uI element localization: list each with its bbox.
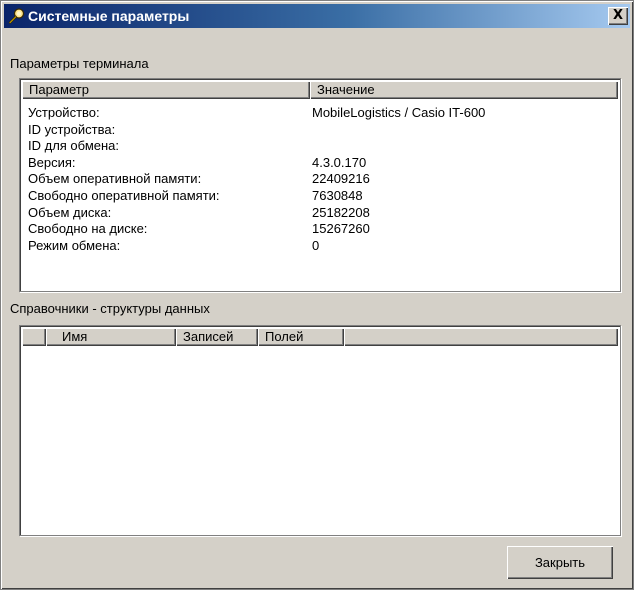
- param-name: Объем оперативной памяти:: [28, 171, 202, 187]
- param-name: Устройство:: [28, 105, 100, 120]
- param-value: 0: [312, 237, 320, 253]
- system-params-dialog: Системные параметры X Параметры терминал…: [0, 0, 634, 590]
- param-value: 7630848: [312, 188, 363, 203]
- column-header-records[interactable]: Записей: [176, 328, 258, 346]
- param-name: Режим обмена:: [28, 237, 121, 253]
- close-icon[interactable]: X: [608, 7, 628, 25]
- param-name: ID для обмена:: [28, 138, 120, 154]
- param-name: Версия:: [28, 154, 76, 170]
- param-name: Объем диска:: [28, 204, 112, 220]
- param-row[interactable]: Свободно оперативной памяти: 7630848: [24, 188, 616, 204]
- param-row[interactable]: ID устройства:: [24, 122, 616, 138]
- title-bar[interactable]: Системные параметры X: [4, 4, 630, 28]
- param-row[interactable]: Режим обмена: 0: [24, 238, 616, 254]
- param-value: 25182208: [312, 204, 370, 220]
- close-button[interactable]: Закрыть: [507, 546, 613, 579]
- column-header-marker[interactable]: [22, 328, 46, 346]
- param-row[interactable]: Свободно на диске: 15267260: [24, 221, 616, 237]
- catalogs-section-label: Справочники - структуры данных: [10, 301, 210, 316]
- catalogs-table-header: Имя Записей Полей: [22, 328, 618, 347]
- terminal-section-label: Параметры терминала: [10, 56, 149, 71]
- param-name: Свободно на диске:: [28, 221, 148, 237]
- param-row[interactable]: Объем диска: 25182208: [24, 205, 616, 221]
- param-value: 15267260: [312, 221, 370, 237]
- column-header-fields[interactable]: Полей: [258, 328, 344, 346]
- param-name: ID устройства:: [28, 121, 116, 137]
- param-value: MobileLogistics / Casio IT-600: [312, 105, 486, 120]
- param-name: Свободно оперативной памяти:: [28, 188, 220, 203]
- search-key-icon: [8, 8, 25, 24]
- param-value: 22409216: [312, 171, 370, 187]
- column-header-name[interactable]: Имя: [46, 328, 176, 346]
- column-header-param[interactable]: Параметр: [22, 81, 310, 99]
- param-row[interactable]: Версия: 4.3.0.170: [24, 155, 616, 171]
- column-header-value[interactable]: Значение: [310, 81, 618, 99]
- terminal-params-list[interactable]: Параметр Значение Устройство: MobileLogis…: [19, 78, 621, 292]
- param-value: 4.3.0.170: [312, 154, 367, 170]
- param-row[interactable]: Объем оперативной памяти: 22409216: [24, 171, 616, 187]
- column-header-filler: [344, 328, 618, 346]
- param-row[interactable]: ID для обмена:: [24, 138, 616, 154]
- window-title: Системные параметры: [28, 8, 190, 24]
- catalogs-table[interactable]: Имя Записей Полей: [19, 325, 621, 536]
- param-row[interactable]: Устройство: MobileLogistics / Casio IT-60…: [24, 105, 616, 121]
- terminal-list-header: Параметр Значение: [22, 81, 618, 100]
